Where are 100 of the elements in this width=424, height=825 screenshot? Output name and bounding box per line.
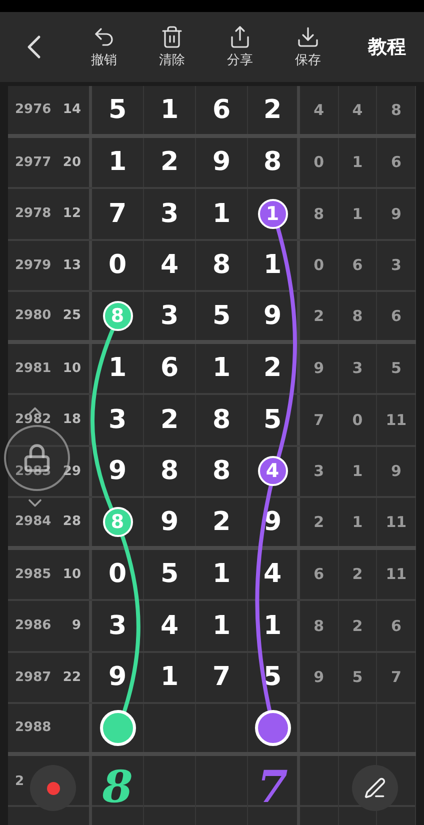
digit: 6 <box>160 353 179 384</box>
extra-value: 6 <box>390 306 402 325</box>
digit: 5 <box>212 300 231 331</box>
digit: 1 <box>212 559 231 590</box>
digit: 9 <box>108 662 127 692</box>
extra-value: 1 <box>352 512 363 531</box>
issue-number: 2985 <box>15 566 52 582</box>
extra-value: 9 <box>314 359 324 378</box>
issue-number: 2 <box>15 774 24 788</box>
extra-value: 6 <box>390 153 402 172</box>
extra-value: 9 <box>390 204 402 223</box>
extra-value: 0 <box>314 256 324 274</box>
digit: 3 <box>160 300 179 331</box>
extra-value: 6 <box>352 256 363 274</box>
digit: 9 <box>212 147 231 178</box>
extra-value: 2 <box>352 616 363 635</box>
digit: 5 <box>108 94 127 125</box>
digit: 8 <box>212 456 231 486</box>
digit: 1 <box>160 662 179 692</box>
digit: 8 <box>212 404 231 435</box>
extra-value: 1 <box>352 153 363 172</box>
extra-value: 6 <box>390 616 402 635</box>
extra-value: 2 <box>314 306 324 325</box>
digit: 3 <box>160 198 179 229</box>
sum-value: 14 <box>62 102 81 118</box>
digit: 1 <box>212 610 231 641</box>
digit: 2 <box>212 506 231 537</box>
digit: 5 <box>263 404 282 435</box>
digit: 1 <box>263 250 282 280</box>
extra-value: 9 <box>390 462 402 480</box>
share-button[interactable]: 分享 <box>206 25 274 69</box>
digit: 4 <box>263 559 282 590</box>
sum-value: 25 <box>62 308 81 324</box>
sum-value: 9 <box>72 618 81 634</box>
digit: 1 <box>108 353 127 384</box>
undo-button[interactable]: 撤销 <box>70 25 138 69</box>
extra-value: 2 <box>352 565 363 584</box>
digit: 7 <box>212 662 231 692</box>
issue-number: 2981 <box>15 360 52 376</box>
share-icon <box>228 25 252 49</box>
issue-number: 2977 <box>15 154 52 170</box>
digit: 8 <box>263 147 282 178</box>
extra-value: 1 <box>352 204 363 223</box>
sum-value: 10 <box>62 566 81 582</box>
extra-value: 4 <box>314 100 324 119</box>
digit: 9 <box>263 300 282 331</box>
issue-number: 2986 <box>15 618 52 634</box>
extra-value: 8 <box>390 100 402 119</box>
digit: 9 <box>160 506 179 537</box>
extra-value: 3 <box>390 256 402 274</box>
handwritten-note: 7 <box>257 762 288 812</box>
digit: 9 <box>108 456 127 486</box>
circled-digit[interactable]: 4 <box>258 456 288 486</box>
issue-number: 2987 <box>15 670 52 685</box>
extra-value: 11 <box>386 410 407 429</box>
digit: 2 <box>263 94 282 125</box>
sum-value: 28 <box>62 514 81 530</box>
extra-value: 4 <box>352 100 363 119</box>
sum-value: 18 <box>62 412 81 428</box>
save-button[interactable]: 保存 <box>274 25 342 69</box>
sum-value: 20 <box>62 154 81 170</box>
digit: 1 <box>212 198 231 229</box>
digit: 1 <box>263 610 282 641</box>
extra-value: 3 <box>352 359 363 378</box>
sum-value: 10 <box>62 360 81 376</box>
digit: 5 <box>263 662 282 692</box>
digit: 3 <box>108 404 127 435</box>
issue-number: 2982 <box>15 412 52 428</box>
issue-number: 2979 <box>15 258 52 273</box>
extra-value: 5 <box>352 668 363 686</box>
issue-number: 2988 <box>15 720 52 736</box>
digit: 4 <box>160 250 179 280</box>
issue-number: 2978 <box>15 206 52 222</box>
digit: 0 <box>108 559 127 590</box>
digit: 1 <box>212 353 231 384</box>
digit: 3 <box>108 610 127 641</box>
digit: 6 <box>212 94 231 125</box>
extra-value: 6 <box>314 565 324 584</box>
clear-button[interactable]: 清除 <box>138 25 206 69</box>
extra-value: 11 <box>386 565 407 584</box>
digit: 1 <box>108 147 127 178</box>
sum-value: 12 <box>62 206 81 222</box>
sum-value: 22 <box>62 670 81 685</box>
issue-number: 2984 <box>15 514 52 530</box>
circled-digit[interactable]: 1 <box>258 198 288 229</box>
extra-value: 7 <box>314 410 324 429</box>
tutorial-button[interactable]: 教程 <box>364 34 410 60</box>
extra-value: 9 <box>314 668 324 686</box>
extra-value: 11 <box>386 512 407 531</box>
extra-value: 1 <box>352 462 363 480</box>
pen-icon <box>364 777 386 799</box>
extra-value: 8 <box>352 306 363 325</box>
digit: 8 <box>212 250 231 280</box>
download-icon <box>296 25 320 49</box>
extra-value: 0 <box>314 153 324 172</box>
digit: 0 <box>108 250 127 280</box>
digit: 1 <box>160 94 179 125</box>
extra-value: 0 <box>352 410 363 429</box>
handwritten-note: 8 <box>102 762 133 812</box>
extra-value: 8 <box>314 204 324 223</box>
